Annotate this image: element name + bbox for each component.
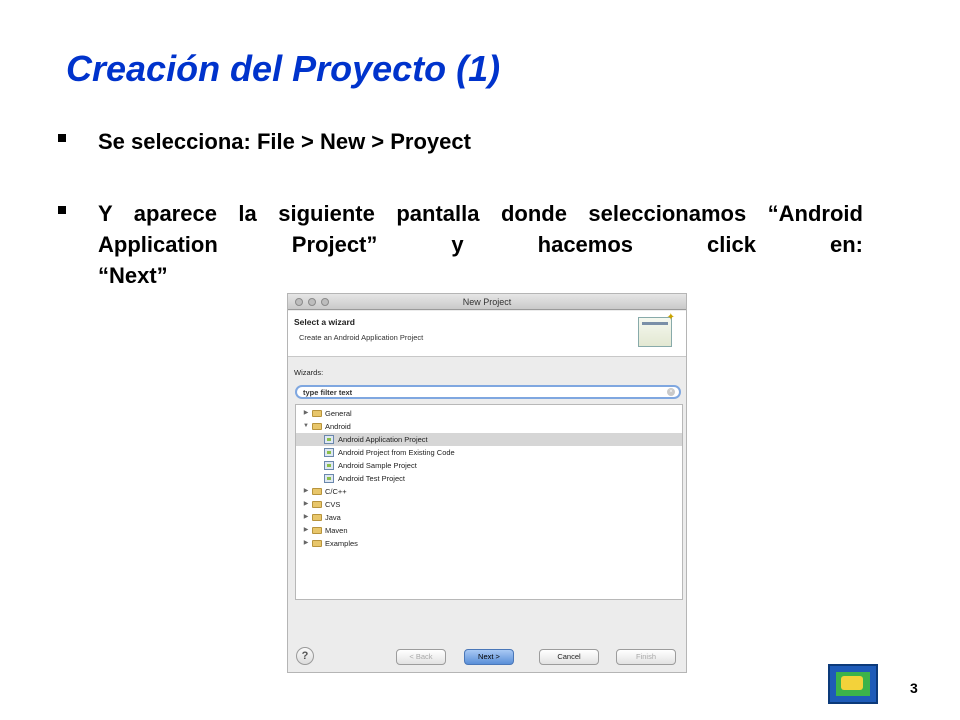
page-number: 3 [910, 680, 918, 696]
slide-title: Creación del Proyecto (1) [66, 48, 501, 89]
chevron-right-icon[interactable]: ▶ [302, 498, 310, 511]
android-project-icon [324, 461, 334, 470]
dialog-button-bar: ? < Back Next > Cancel Finish [288, 640, 686, 674]
tree-item-label: C/C++ [325, 487, 347, 496]
wizard-header: Select a wizard Create an Android Applic… [288, 311, 686, 357]
tree-item-label: Android [325, 422, 351, 431]
folder-icon [312, 423, 322, 430]
tree-item-label: Android Application Project [338, 435, 428, 444]
new-project-dialog: New Project Select a wizard Create an An… [287, 293, 687, 673]
wizard-header-subtitle: Create an Android Application Project [299, 333, 424, 342]
folder-icon [312, 514, 322, 521]
tree-item-label: Android Sample Project [338, 461, 417, 470]
bullet-marker [58, 134, 66, 142]
tree-item-cpp[interactable]: ▶ C/C++ [296, 485, 682, 498]
clear-filter-icon[interactable]: × [667, 388, 675, 396]
tree-item-label: Android Project from Existing Code [338, 448, 455, 457]
chevron-down-icon[interactable]: ▼ [302, 420, 310, 433]
logo-icon [828, 664, 878, 704]
wizard-header-title: Select a wizard [294, 317, 355, 327]
tree-item-cvs[interactable]: ▶ CVS [296, 498, 682, 511]
folder-icon [312, 501, 322, 508]
next-button[interactable]: Next > [464, 649, 514, 665]
chevron-right-icon[interactable]: ▶ [302, 524, 310, 537]
bullet-text: Y aparece la siguiente pantalla donde se… [98, 198, 863, 291]
folder-icon [312, 540, 322, 547]
tree-item-android-test-project[interactable]: Android Test Project [296, 472, 682, 485]
tree-item-label: CVS [325, 500, 341, 509]
bullet-text: Se selecciona: File > New > Proyect [98, 129, 471, 154]
tree-item-label: Android Test Project [338, 474, 405, 483]
chevron-right-icon[interactable]: ▶ [302, 407, 310, 420]
tree-item-android-sample-project[interactable]: Android Sample Project [296, 459, 682, 472]
chevron-right-icon[interactable]: ▶ [302, 537, 310, 550]
android-project-icon [324, 448, 334, 457]
bullet-text-main: Y aparece la siguiente pantalla donde se… [98, 201, 863, 257]
chevron-right-icon[interactable]: ▶ [302, 485, 310, 498]
tree-item-android-project-existing-code[interactable]: Android Project from Existing Code [296, 446, 682, 459]
logo-mark [836, 672, 870, 696]
tree-item-maven[interactable]: ▶ Maven [296, 524, 682, 537]
folder-icon [312, 410, 322, 417]
bullet-text-next: “Next” [98, 263, 168, 288]
cancel-button[interactable]: Cancel [539, 649, 599, 665]
android-project-icon [324, 435, 334, 444]
wizard-banner-icon: ✦ [638, 312, 675, 347]
folder-icon [312, 527, 322, 534]
tree-item-general[interactable]: ▶ General [296, 407, 682, 420]
bullet-marker [58, 206, 66, 214]
tree-item-android[interactable]: ▼ Android [296, 420, 682, 433]
tree-item-label: Java [325, 513, 341, 522]
tree-item-label: Examples [325, 539, 358, 548]
tree-item-label: Maven [325, 526, 348, 535]
dialog-title: New Project [462, 297, 512, 307]
sparkle-icon: ✦ [666, 312, 675, 323]
tree-item-label: General [325, 409, 352, 418]
chevron-right-icon[interactable]: ▶ [302, 511, 310, 524]
tree-item-java[interactable]: ▶ Java [296, 511, 682, 524]
wizard-tree[interactable]: ▶ General ▼ Android Android Application … [295, 404, 683, 600]
filter-field[interactable]: × [295, 385, 681, 399]
filter-input[interactable] [303, 387, 658, 397]
back-button[interactable]: < Back [396, 649, 446, 665]
help-icon[interactable]: ? [296, 647, 314, 665]
wizards-label: Wizards: [294, 368, 324, 377]
finish-button[interactable]: Finish [616, 649, 676, 665]
android-test-icon [324, 474, 334, 483]
tree-item-examples[interactable]: ▶ Examples [296, 537, 682, 550]
folder-icon [312, 488, 322, 495]
tree-item-android-application-project[interactable]: Android Application Project [296, 433, 682, 446]
dialog-titlebar: New Project [288, 294, 686, 310]
